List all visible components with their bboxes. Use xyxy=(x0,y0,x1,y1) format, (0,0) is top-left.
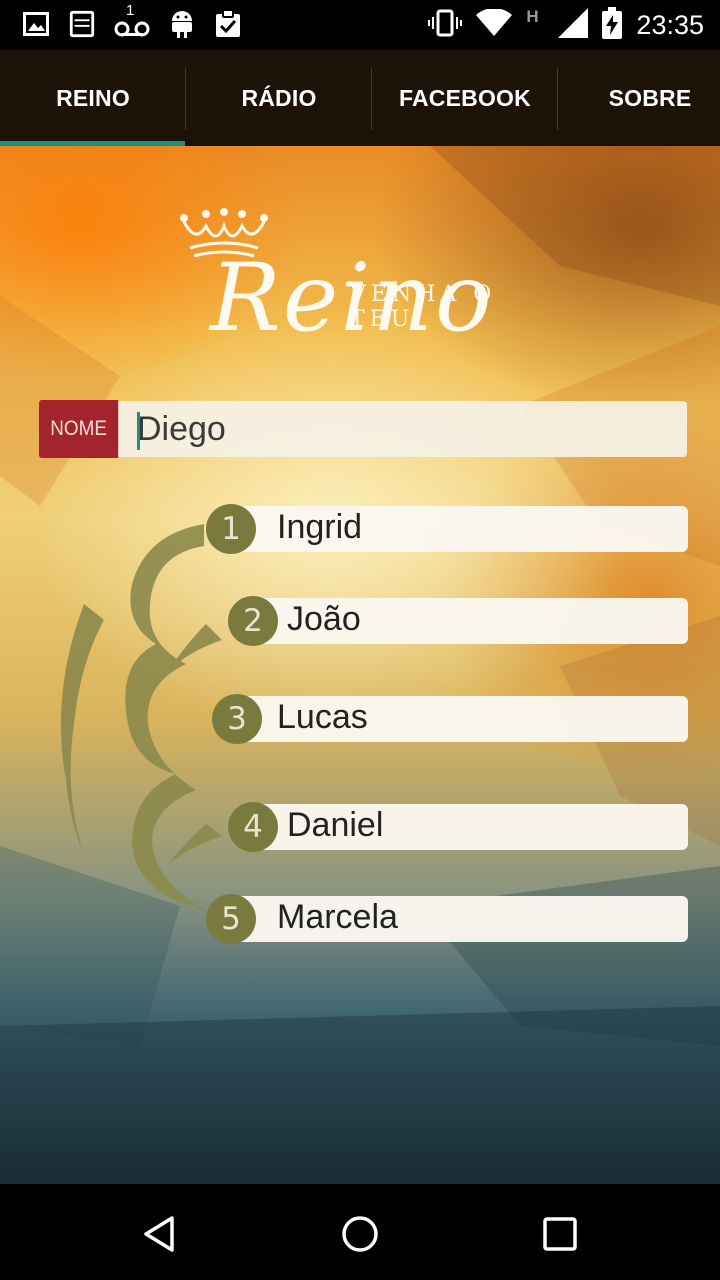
tab-facebook[interactable]: FACEBOOK xyxy=(372,50,558,146)
main-content: VENHA O TEU Reino NOME 1 Ingrid 2 João 3… xyxy=(0,146,720,1184)
list-item-number: 3 xyxy=(212,694,262,744)
list-item-number: 2 xyxy=(228,596,278,646)
vibrate-icon xyxy=(428,9,463,41)
battery-charging-icon xyxy=(602,7,623,43)
signal-icon xyxy=(558,8,589,42)
recents-icon xyxy=(543,1217,577,1251)
tab-sobre[interactable]: SOBRE xyxy=(558,50,720,146)
image-icon xyxy=(22,8,50,40)
tab-reino[interactable]: REINO xyxy=(0,50,186,146)
back-icon xyxy=(144,1216,174,1252)
text-cursor xyxy=(137,412,140,450)
ornament-decoration xyxy=(60,524,222,910)
logo-title: Reino xyxy=(210,244,494,353)
list-item-name: Lucas xyxy=(277,698,368,736)
list-item[interactable]: 3 Lucas xyxy=(212,694,688,744)
list-item-name: Marcela xyxy=(277,898,398,936)
status-bar: 1 H 23:35 xyxy=(0,0,720,50)
network-h-icon: H xyxy=(526,7,539,26)
system-icons: H 23:35 xyxy=(428,6,704,44)
bible-app-icon xyxy=(68,8,96,40)
home-button[interactable] xyxy=(332,1206,388,1262)
clipboard-check-icon xyxy=(214,8,242,40)
recents-button[interactable] xyxy=(532,1206,588,1262)
list-item[interactable]: 5 Marcela xyxy=(206,894,688,944)
navigation-bar xyxy=(0,1184,720,1280)
list-item-name: Ingrid xyxy=(277,508,363,546)
list-item[interactable]: 4 Daniel xyxy=(228,802,688,852)
voicemail-count: 1 xyxy=(126,2,135,19)
voicemail-icon: 1 xyxy=(114,2,150,40)
list-item-number: 4 xyxy=(228,802,278,852)
home-icon xyxy=(342,1216,378,1252)
name-label: NOME xyxy=(39,400,119,458)
tab-radio[interactable]: RÁDIO xyxy=(186,50,372,146)
app-logo: VENHA O TEU Reino xyxy=(170,200,550,350)
name-row: NOME xyxy=(39,400,687,458)
tab-bar: REINO RÁDIO FACEBOOK SOBRE xyxy=(0,50,720,146)
list-item-name: João xyxy=(287,600,361,638)
list-item-number: 1 xyxy=(206,504,256,554)
list-item-name: Daniel xyxy=(287,806,384,844)
clock: 23:35 xyxy=(636,9,704,40)
list-item-number: 5 xyxy=(206,894,256,944)
android-icon xyxy=(168,8,196,40)
list-item[interactable]: 1 Ingrid xyxy=(206,504,688,554)
wifi-icon xyxy=(476,8,513,41)
notification-icons: 1 xyxy=(22,2,242,40)
back-button[interactable] xyxy=(132,1206,188,1262)
name-input[interactable] xyxy=(118,401,687,457)
list-item[interactable]: 2 João xyxy=(228,596,688,646)
